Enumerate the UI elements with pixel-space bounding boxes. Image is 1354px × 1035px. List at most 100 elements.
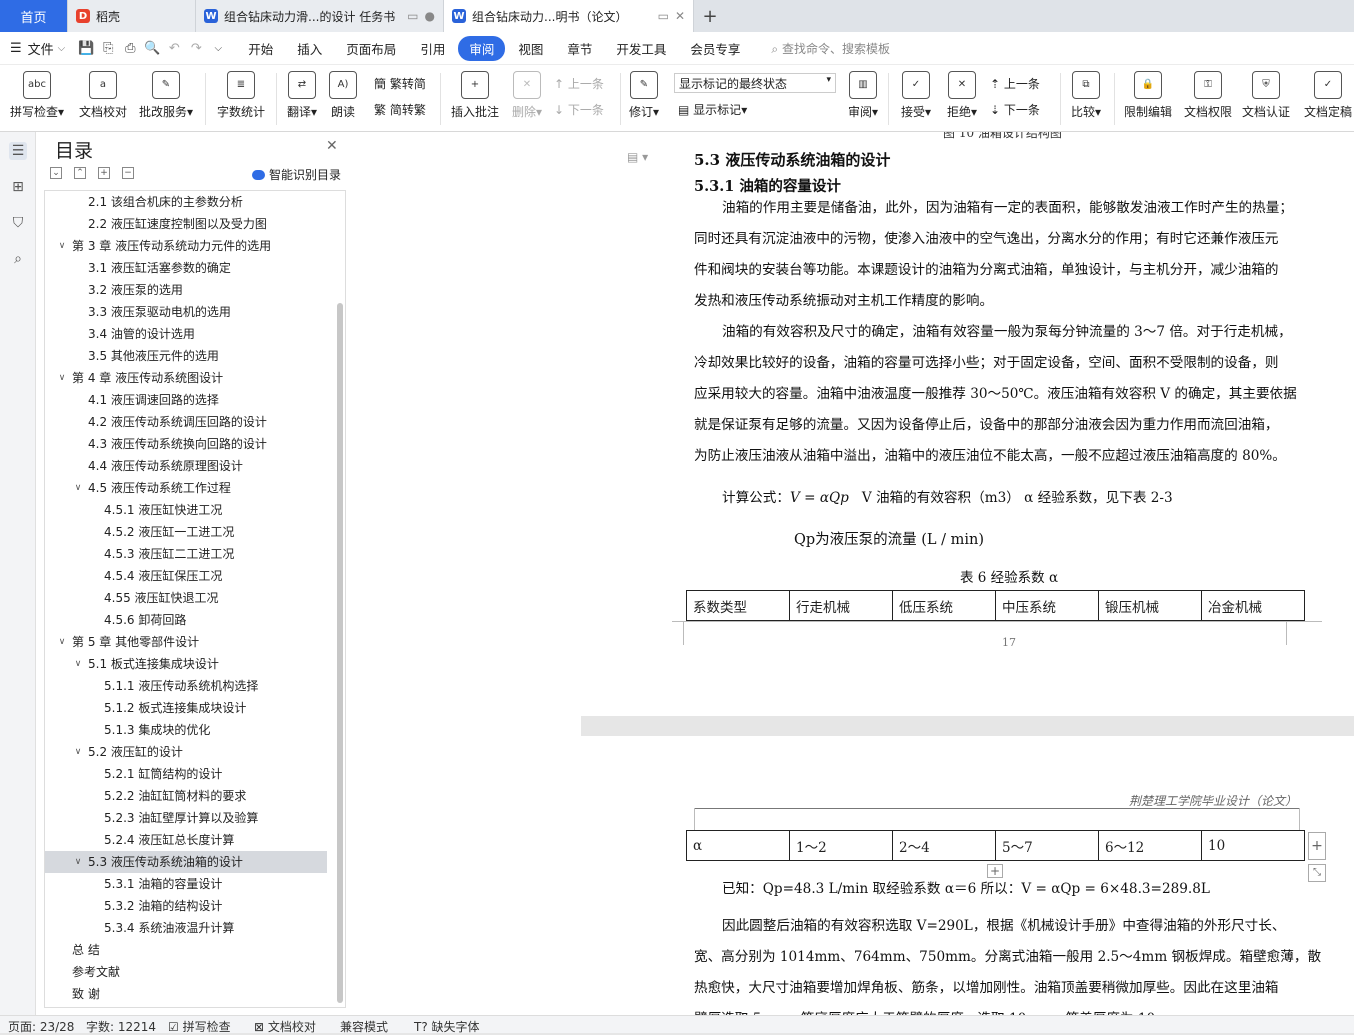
toc-item[interactable]: 4.5.3 液压缸二工进工况 <box>45 543 327 565</box>
toc-item[interactable]: 2.2 液压缸速度控制图以及受力图 <box>45 213 327 235</box>
toc-item[interactable]: 5.3.1 油箱的容量设计 <box>45 873 327 895</box>
paragraph-menu-icon[interactable]: ▤ ▾ <box>627 150 648 164</box>
resize-table-icon[interactable]: ⤡ <box>1308 864 1326 882</box>
menu-tab-layout[interactable]: 页面布局 <box>335 36 407 61</box>
toc-item[interactable]: ∨ 第 4 章 液压传动系统图设计 <box>45 367 327 389</box>
missing-font-status[interactable]: T? 缺失字体 <box>414 1018 480 1035</box>
toc-item[interactable]: 4.55 液压缸快退工况 <box>45 587 327 609</box>
toc-item[interactable]: ∨ 第 3 章 液压传动系统动力元件的选用 <box>45 235 327 257</box>
toc-item[interactable]: 参考文献 <box>45 961 327 983</box>
show-markup-button[interactable]: ▤ 显示标记▾ <box>678 101 747 118</box>
expand-all-icon[interactable]: ⌃ <box>74 167 86 179</box>
toc-item[interactable]: ∨ 5.1 板式连接集成块设计 <box>45 653 327 675</box>
toc-item[interactable]: 4.5.6 卸荷回路 <box>45 609 327 631</box>
menu-tab-chapter[interactable]: 章节 <box>556 36 603 61</box>
toc-item[interactable]: 5.3.4 系统油液温升计算 <box>45 917 327 939</box>
print-preview-icon[interactable]: 🔍 <box>141 41 163 56</box>
toc-item[interactable]: 4.5.2 液压缸一工进工况 <box>45 521 327 543</box>
tab-monitor-icon[interactable]: ▭ <box>658 9 669 23</box>
toc-item[interactable]: 4.3 液压传动系统换向回路的设计 <box>45 433 327 455</box>
insert-comment-button[interactable]: + 插入批注 <box>448 71 502 120</box>
tab-document-thesis[interactable]: W 组合钻床动力...明书（论文） ▭ ✕ <box>444 0 694 32</box>
spellcheck-status[interactable]: ☑ 拼写检查 <box>168 1018 231 1035</box>
toc-item[interactable]: 5.1.1 液压传动系统机构选择 <box>45 675 327 697</box>
prev-comment-button[interactable]: ↑ 上一条 <box>554 75 604 92</box>
trad-to-simp-button[interactable]: 簡 繁转简 <box>374 75 426 92</box>
search-icon[interactable]: ⌕ <box>9 250 27 268</box>
track-changes-button[interactable]: ✎ 修订▾ <box>626 71 662 120</box>
redo-icon[interactable]: ↷ <box>185 41 207 56</box>
toc-item[interactable]: 5.2.1 缸筒结构的设计 <box>45 763 327 785</box>
toc-item[interactable]: 5.2.3 油缸壁厚计算以及验算 <box>45 807 327 829</box>
toc-item[interactable]: ∨ 第 5 章 其他零部件设计 <box>45 631 327 653</box>
toc-item[interactable]: 4.5.1 液压缸快进工况 <box>45 499 327 521</box>
menu-tab-start[interactable]: 开始 <box>237 36 284 61</box>
accept-button[interactable]: ✓ 接受▾ <box>898 71 934 120</box>
toc-item[interactable]: ∨ 5.3 液压传动系统油箱的设计 <box>45 851 327 873</box>
toc-item[interactable]: 致 谢 <box>45 983 327 1005</box>
menu-tab-member[interactable]: 会员专享 <box>679 36 751 61</box>
chevron-down-icon[interactable]: ∨ <box>57 235 67 257</box>
menu-tab-review[interactable]: 审阅 <box>458 35 506 61</box>
toc-item[interactable]: 5.2.4 液压缸总长度计算 <box>45 829 327 851</box>
read-aloud-button[interactable]: A) 朗读 <box>328 71 358 120</box>
doc-check-button[interactable]: a 文档校对 <box>76 71 130 120</box>
menu-tab-insert[interactable]: 插入 <box>286 36 333 61</box>
save-icon[interactable]: 💾 <box>75 41 97 56</box>
menu-tab-view[interactable]: 视图 <box>507 36 554 61</box>
toc-item[interactable]: 5.3.2 油箱的结构设计 <box>45 895 327 917</box>
toc-item[interactable]: 2.1 该组合机床的主参数分析 <box>45 191 327 213</box>
close-icon[interactable]: ✕ <box>675 9 685 23</box>
tab-home[interactable]: 首页 <box>0 0 68 32</box>
toc-item[interactable]: 5.1.2 板式连接集成块设计 <box>45 697 327 719</box>
chevron-down-icon[interactable]: ∨ <box>73 653 83 675</box>
toc-pane-icon[interactable]: ☰ <box>9 142 27 160</box>
toc-item[interactable]: 3.5 其他液压元件的选用 <box>45 345 327 367</box>
word-count-button[interactable]: ≣ 字数统计 <box>214 71 268 120</box>
tab-monitor-icon[interactable]: ▭ <box>407 9 418 23</box>
document-canvas[interactable]: 图 10 油箱设计结构图 ▤ ▾ 5.3 液压传动系统油箱的设计 5.3.1 油… <box>581 132 1354 1015</box>
tab-document-task[interactable]: W 组合钻床动力滑...的设计 任务书 ▭ ● <box>196 0 444 32</box>
command-search[interactable]: ⌕ 查找命令、搜索模板 <box>771 40 890 57</box>
word-count-status[interactable]: 字数: 12214 <box>86 1018 156 1035</box>
chevron-down-icon[interactable]: ∨ <box>57 367 67 389</box>
translate-button[interactable]: ⇄ 翻译▾ <box>284 71 320 120</box>
chevron-down-icon[interactable]: ⌵ <box>207 43 229 54</box>
next-comment-button[interactable]: ↓ 下一条 <box>554 101 604 118</box>
simp-to-trad-button[interactable]: 繁 简转繁 <box>374 101 426 118</box>
undo-icon[interactable]: ↶ <box>163 41 185 56</box>
next-change-button[interactable]: ⇣ 下一条 <box>990 101 1040 118</box>
bookmark-icon[interactable]: ⛉ <box>9 214 27 232</box>
toc-item[interactable]: 4.1 液压调速回路的选择 <box>45 389 327 411</box>
compare-button[interactable]: ⧉ 比较▾ <box>1068 71 1104 120</box>
chevron-down-icon[interactable]: ∨ <box>73 851 83 873</box>
review-pane-button[interactable]: ▥ 审阅▾ <box>846 71 880 120</box>
delete-comment-button[interactable]: ✕ 删除▾ <box>508 71 546 120</box>
toc-item[interactable]: ∨ 4.5 液压传动系统工作过程 <box>45 477 327 499</box>
toc-item[interactable]: 3.2 液压泵的选用 <box>45 279 327 301</box>
smart-toc-button[interactable]: 智能识别目录 <box>252 166 341 183</box>
new-tab-button[interactable]: + <box>694 0 726 32</box>
page-indicator[interactable]: 页面: 23/28 <box>8 1018 74 1035</box>
menu-tab-developer[interactable]: 开发工具 <box>605 36 677 61</box>
doc-permission-button[interactable]: ⚿ 文档权限 <box>1182 71 1234 120</box>
markup-state-select[interactable]: 显示标记的最终状态 ▾ <box>674 73 836 93</box>
toc-item[interactable]: 总 结 <box>45 939 327 961</box>
doc-finalize-button[interactable]: ✓ 文档定稿 <box>1302 71 1354 120</box>
toc-item[interactable]: 4.2 液压传动系统调压回路的设计 <box>45 411 327 433</box>
add-column-button[interactable]: + <box>1308 832 1326 860</box>
file-menu[interactable]: ☰ 文件 ⌵ <box>0 39 75 58</box>
add-heading-icon[interactable]: + <box>98 167 110 179</box>
toc-item[interactable]: 3.1 液压缸活塞参数的确定 <box>45 257 327 279</box>
toc-item[interactable]: ∨ 5.2 液压缸的设计 <box>45 741 327 763</box>
print-icon[interactable]: ⎙ <box>119 41 141 56</box>
toc-item[interactable]: 4.4 液压传动系统原理图设计 <box>45 455 327 477</box>
doc-cert-button[interactable]: ⛨ 文档认证 <box>1240 71 1292 120</box>
prev-change-button[interactable]: ⇡ 上一条 <box>990 75 1040 92</box>
collapse-all-icon[interactable]: ⌄ <box>50 167 62 179</box>
spellcheck-button[interactable]: abc 拼写检查▾ <box>8 71 66 120</box>
menu-tab-reference[interactable]: 引用 <box>409 36 456 61</box>
tab-daoke[interactable]: D 稻壳 <box>68 0 196 32</box>
chevron-down-icon[interactable]: ∨ <box>73 741 83 763</box>
toc-item[interactable]: 3.3 液压泵驱动电机的选用 <box>45 301 327 323</box>
